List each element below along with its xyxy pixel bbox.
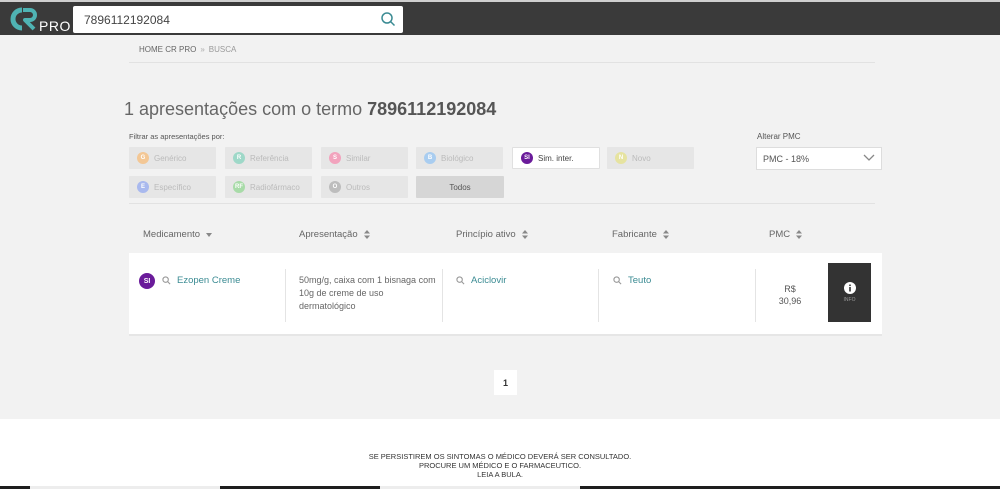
column-header-label: Medicamento	[143, 229, 201, 240]
column-header-label: Apresentação	[299, 229, 358, 240]
filter-chip-todos[interactable]: Todos	[416, 176, 504, 198]
column-divider	[285, 269, 286, 322]
divider	[129, 203, 875, 204]
sort-icon	[521, 230, 528, 239]
results-title-prefix: 1 apresentações com o termo	[124, 99, 368, 119]
filter-chip-especifico[interactable]: E Específico	[129, 176, 216, 198]
filter-chip-label: Biológico	[441, 153, 474, 163]
pmc-label: Alterar PMC	[757, 132, 801, 141]
info-icon	[843, 282, 856, 294]
cr-pro-logo[interactable]: PRO	[8, 7, 71, 35]
footer-disclaimer: SE PERSISTIREM OS SINTOMAS O MÉDICO DEVE…	[0, 452, 1000, 479]
pmc-price: R$ 30,96	[775, 283, 805, 307]
column-header-label: Fabricante	[612, 229, 657, 240]
filter-chip-biologico[interactable]: B Biológico	[416, 147, 503, 169]
sort-down-icon	[206, 233, 213, 237]
search-icon	[456, 276, 465, 285]
column-header-pmc[interactable]: PMC	[769, 229, 803, 240]
sim-inter-badge-icon: SI	[521, 152, 533, 164]
medicamento-link[interactable]: Ezopen Creme	[162, 275, 240, 286]
pmc-selected-value: PMC - 18%	[763, 153, 810, 164]
info-label: INFO	[843, 297, 856, 303]
column-header-label: Princípio ativo	[456, 229, 516, 240]
radiofarmaco-badge-icon: RF	[233, 181, 245, 193]
column-header-apresentacao[interactable]: Apresentação	[299, 229, 370, 240]
disclaimer-line: PROCURE UM MÉDICO E O FARMACEUTICO.	[418, 461, 582, 470]
pagination-page-1[interactable]: 1	[494, 370, 517, 395]
disclaimer-line: LEIA A BULA.	[477, 470, 523, 479]
filter-chip-label: Referência	[250, 153, 289, 163]
divider	[129, 62, 875, 63]
search-box	[73, 6, 403, 33]
cr-logo-icon	[10, 7, 37, 31]
filter-chip-referencia[interactable]: R Referência	[225, 147, 312, 169]
sort-icon	[662, 230, 669, 239]
results-title: 1 apresentações com o termo 789611219208…	[124, 99, 496, 120]
breadcrumb: HOME CR PRO » BUSCA	[139, 45, 236, 54]
pmc-select[interactable]: PMC - 18%	[756, 147, 882, 170]
table-row: SI Ezopen Creme 50mg/g, caixa com 1 bisn…	[129, 253, 882, 336]
filter-chip-label: Similar	[346, 153, 371, 163]
filter-chip-label: Novo	[632, 153, 651, 163]
fabricante-name: Teuto	[628, 275, 652, 286]
especifico-badge-icon: E	[137, 181, 149, 193]
principio-ativo-name: Aciclovir	[471, 275, 507, 286]
biologico-badge-icon: B	[424, 152, 436, 164]
apresentacao-text: 50mg/g, caixa com 1 bisnaga com 10g de c…	[299, 275, 436, 311]
column-header-medicamento[interactable]: Medicamento	[143, 229, 213, 240]
outros-badge-icon: O	[329, 181, 341, 193]
filter-chip-generico[interactable]: G Genérico	[129, 147, 216, 169]
pmc-currency: R$	[784, 284, 796, 294]
results-search-term: 7896112192084	[367, 99, 497, 119]
principio-ativo-link[interactable]: Aciclovir	[456, 275, 506, 286]
generico-badge-icon: G	[137, 152, 149, 164]
referencia-badge-icon: R	[233, 152, 245, 164]
column-divider	[598, 269, 599, 322]
footer: SE PERSISTIREM OS SINTOMAS O MÉDICO DEVE…	[0, 419, 1000, 489]
novo-badge-icon: N	[615, 152, 627, 164]
similar-badge-icon: S	[329, 152, 341, 164]
column-header-principio-ativo[interactable]: Princípio ativo	[456, 229, 528, 240]
filter-chip-sim-inter[interactable]: SI Sim. inter.	[512, 147, 600, 169]
filter-chip-novo[interactable]: N Novo	[607, 147, 694, 169]
search-icon	[613, 276, 622, 285]
breadcrumb-separator: »	[200, 45, 205, 54]
filter-chip-label: Sim. inter.	[538, 153, 574, 163]
sim-inter-badge-icon: SI	[139, 273, 155, 289]
filter-label: Filtrar as apresentações por:	[129, 132, 225, 141]
sort-icon	[796, 230, 803, 239]
filter-chip-label: Específico	[154, 182, 191, 192]
column-header-fabricante[interactable]: Fabricante	[612, 229, 669, 240]
chevron-down-icon	[863, 154, 875, 161]
medicamento-name: Ezopen Creme	[177, 275, 241, 286]
info-button[interactable]: INFO	[828, 263, 871, 322]
column-divider	[755, 269, 756, 322]
search-icon	[162, 276, 171, 285]
top-navbar: PRO	[0, 0, 1000, 35]
logo-pro-text: PRO	[39, 18, 71, 34]
filter-chip-label: Outros	[346, 182, 371, 192]
filter-chip-outros[interactable]: O Outros	[321, 176, 408, 198]
filter-chip-label: Radiofármaco	[250, 182, 300, 192]
search-input[interactable]	[73, 6, 373, 33]
search-icon[interactable]	[380, 11, 396, 27]
sort-icon	[363, 230, 370, 239]
filter-chip-radiofarmaco[interactable]: RF Radiofármaco	[225, 176, 312, 198]
fabricante-link[interactable]: Teuto	[613, 275, 651, 286]
column-header-label: PMC	[769, 229, 791, 240]
pmc-value: 30,96	[778, 296, 802, 306]
breadcrumb-current: BUSCA	[208, 45, 237, 54]
column-divider	[442, 269, 443, 322]
disclaimer-line: SE PERSISTIREM OS SINTOMAS O MÉDICO DEVE…	[368, 452, 632, 461]
filter-chip-similar[interactable]: S Similar	[321, 147, 408, 169]
filter-chip-label: Genérico	[154, 153, 187, 163]
breadcrumb-home-link[interactable]: HOME CR PRO	[139, 45, 196, 54]
